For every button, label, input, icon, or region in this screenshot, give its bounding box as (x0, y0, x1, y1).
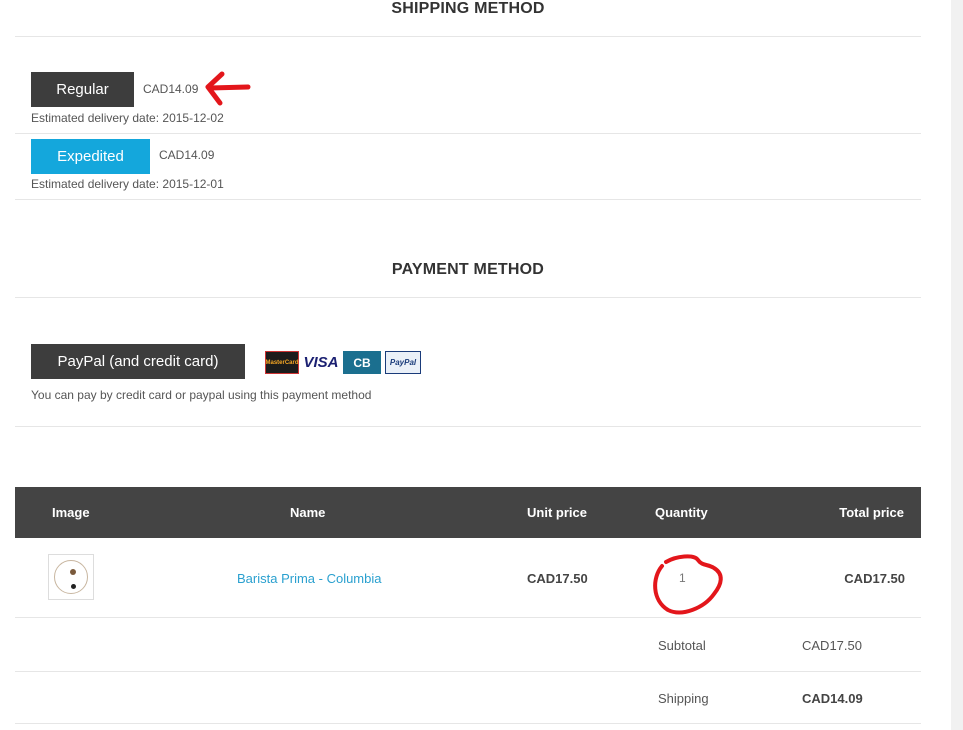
shipping-label: Shipping (658, 691, 709, 706)
shipping-expedited-delivery: Estimated delivery date: 2015-12-01 (31, 177, 224, 191)
shipping-value: CAD14.09 (802, 691, 863, 706)
payment-method-title: PAYMENT METHOD (391, 261, 545, 278)
red-circle-annotation (653, 554, 723, 615)
product-unit-price: CAD17.50 (527, 571, 588, 586)
paypal-icon: PayPal (385, 351, 421, 374)
cart-table-header: Image Name Unit price Quantity Total pri… (15, 487, 921, 538)
summary-divider (15, 671, 921, 672)
red-arrow-icon (205, 71, 251, 106)
page-scrollbar[interactable] (951, 0, 963, 730)
cb-card-icon: CB (343, 351, 381, 374)
shipping-divider-top (15, 36, 921, 37)
product-name-link[interactable]: Barista Prima - Columbia (237, 571, 382, 586)
payment-divider-bottom (15, 426, 921, 427)
paypal-payment-button[interactable]: PayPal (and credit card) (31, 344, 245, 379)
shipping-regular-delivery: Estimated delivery date: 2015-12-02 (31, 111, 224, 125)
product-thumbnail[interactable] (48, 554, 94, 600)
visa-icon: VISA (303, 351, 339, 374)
quantity-input[interactable]: 1 (679, 571, 686, 585)
shipping-method-title: SHIPPING METHOD (391, 0, 545, 17)
card-logos: MasterCard VISA CB PayPal (265, 351, 421, 374)
summary-divider-bottom (15, 723, 921, 724)
cart-row-divider (15, 617, 921, 618)
shipping-regular-price: CAD14.09 (143, 82, 199, 96)
coffee-pod-image (54, 560, 88, 594)
header-image: Image (52, 505, 90, 520)
product-total-price: CAD17.50 (844, 571, 905, 586)
shipping-regular-button[interactable]: Regular (31, 72, 134, 107)
header-quantity: Quantity (655, 505, 708, 520)
shipping-divider-bottom (15, 199, 921, 200)
subtotal-value: CAD17.50 (802, 638, 862, 653)
shipping-expedited-button[interactable]: Expedited (31, 139, 150, 174)
header-name: Name (290, 505, 326, 520)
mastercard-icon: MasterCard (265, 351, 299, 374)
shipping-expedited-price: CAD14.09 (159, 148, 215, 162)
shipping-divider-mid (15, 133, 921, 134)
header-total-price: Total price (839, 505, 904, 520)
subtotal-label: Subtotal (658, 638, 706, 653)
header-unit-price: Unit price (527, 505, 587, 520)
payment-divider-top (15, 297, 921, 298)
payment-description: You can pay by credit card or paypal usi… (31, 388, 372, 402)
